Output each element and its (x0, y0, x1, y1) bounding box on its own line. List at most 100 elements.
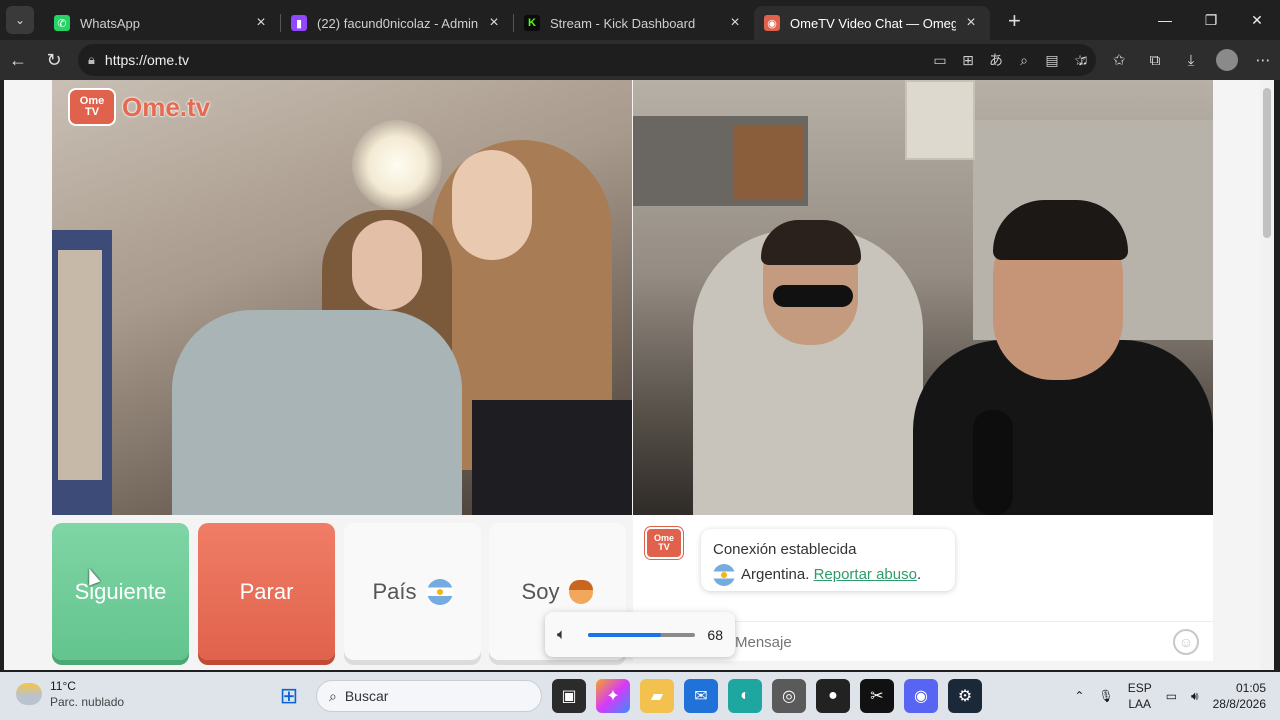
remote-video: Ome TV Ome.tv (52, 80, 632, 515)
country-button[interactable]: País (344, 523, 481, 660)
ometv-tv-icon: Ome TV (68, 88, 116, 126)
system-tray: ⌃ 🎙︎ ESP LAA ▭ 🔊︎ 01:05 28/8/2026 (1074, 678, 1266, 714)
emoji-picker-icon[interactable]: ☺ (1173, 629, 1199, 655)
partly-cloudy-icon (16, 683, 42, 705)
scrollbar-thumb[interactable] (1263, 88, 1271, 238)
input-language[interactable]: ESP LAA (1128, 680, 1152, 712)
camera-app-icon[interactable]: ◎ (772, 679, 806, 713)
weather-description: Parc. nublado (50, 695, 125, 709)
person-face (452, 150, 532, 260)
person-clothing (472, 400, 632, 515)
file-explorer-icon[interactable]: ▰ (640, 679, 674, 713)
camera-permission-icon[interactable]: ▭ (932, 52, 948, 69)
taskbar-search[interactable]: ⌕ Buscar (316, 680, 542, 712)
minimize-icon[interactable]: — (1142, 0, 1188, 40)
search-placeholder: Buscar (344, 688, 389, 704)
report-suffix: . (916, 566, 922, 583)
boy-emoji-icon (569, 579, 594, 604)
favorites-icon[interactable]: ✩ (1108, 51, 1130, 69)
close-tab-icon[interactable]: × (726, 14, 744, 32)
restore-icon[interactable]: ❐ (1188, 0, 1234, 40)
back-arrow-icon[interactable]: ← (0, 42, 36, 78)
kick-icon: K (524, 15, 540, 31)
lock-icon[interactable]: 🔒︎ (88, 52, 95, 68)
volume-flyout: 🔈︎ 68 (545, 612, 735, 657)
gender-button-label: Soy (521, 578, 560, 604)
ceiling-lamp (352, 120, 442, 210)
browser-tab-ometv[interactable]: ◉ OmeTV Video Chat — Omegl × (754, 6, 990, 40)
chevron-down-icon: ⌄ (14, 13, 26, 27)
weather-temperature: 11°C (50, 679, 76, 693)
url-text[interactable]: https://ome.tv (105, 52, 189, 68)
zoom-icon[interactable]: ⌕ (1016, 52, 1032, 69)
browser-tab-twitch[interactable]: ▮ (22) facund0nicolaz - Administrad × (281, 6, 513, 40)
network-icon[interactable]: ▭ (1166, 689, 1177, 703)
door-panel (58, 250, 102, 480)
whatsapp-icon: ✆ (54, 15, 70, 31)
browser-tab-whatsapp[interactable]: ✆ WhatsApp × (44, 6, 280, 40)
wall-poster (905, 80, 975, 160)
browser-toolbar: ← ↻ 🔒︎ https://ome.tv ▭ ⊞ あ ⌕ ▤ ☆ ♫ ✩ ⧉ … (0, 40, 1280, 80)
page-content: Ome TV Ome.tv Siguiente Parar País Soy O… (4, 80, 1260, 670)
window-controls: — ❐ ✕ (1142, 0, 1280, 40)
windows-taskbar: 11°C Parc. nublado ⊞ ⌕ Buscar ▣ ✦ ▰ ✉ ◐ … (0, 672, 1280, 720)
refresh-icon[interactable]: ↻ (36, 42, 72, 78)
close-window-icon[interactable]: ✕ (1234, 0, 1280, 40)
collections-icon[interactable]: ⧉ (1144, 52, 1166, 69)
reader-view-icon[interactable]: ▤ (1044, 52, 1060, 69)
discord-icon[interactable]: ◉ (904, 679, 938, 713)
volume-icon[interactable]: 🔊︎ (1191, 689, 1199, 704)
argentina-flag-icon (713, 564, 735, 587)
task-view-icon[interactable]: ▣ (552, 679, 586, 713)
show-hidden-icons-icon[interactable]: ⌃ (1074, 689, 1084, 703)
browser-tab-strip: ⌄ ✆ WhatsApp × ▮ (22) facund0nicolaz - A… (0, 0, 1280, 40)
copilot-icon[interactable]: ✦ (596, 679, 630, 713)
clock[interactable]: 01:05 28/8/2026 (1213, 680, 1266, 712)
ometv-logo[interactable]: Ome TV Ome.tv (68, 88, 210, 126)
local-video (633, 80, 1213, 515)
toolbar-right-actions: ♫ ✩ ⧉ ⤓ ⋯ (1072, 44, 1274, 76)
windows-start-icon[interactable]: ⊞ (272, 679, 306, 713)
clock-date: 28/8/2026 (1212, 697, 1266, 711)
new-tab-icon[interactable]: + (1008, 8, 1021, 34)
edge-browser-icon[interactable]: ◐ (728, 679, 762, 713)
tab-title: WhatsApp (80, 15, 140, 31)
stop-button-label: Parar (239, 578, 294, 604)
tab-actions-menu-button[interactable]: ⌄ (6, 6, 34, 34)
extensions-icon[interactable]: ♫ (1072, 52, 1094, 69)
microphone-icon[interactable]: 🎙︎ (1098, 689, 1113, 703)
connection-status-text: Conexión establecida (713, 541, 857, 558)
profile-avatar[interactable] (1216, 49, 1238, 71)
address-bar[interactable]: 🔒︎ https://ome.tv ▭ ⊞ あ ⌕ ▤ ☆ (78, 44, 1096, 76)
browser-tab-kick[interactable]: K Stream - Kick Dashboard × (514, 6, 754, 40)
person-hoodie (172, 310, 462, 515)
translate-icon[interactable]: あ (988, 50, 1004, 70)
apps-icon[interactable]: ⊞ (960, 52, 976, 69)
next-button[interactable]: Siguiente (52, 523, 189, 660)
close-tab-icon[interactable]: × (485, 14, 503, 32)
volume-slider[interactable] (588, 632, 696, 637)
kitchen-cabinet-door (733, 125, 803, 200)
steam-icon[interactable]: ⚙ (948, 679, 982, 713)
report-abuse-link[interactable]: Reportar abuso (814, 566, 917, 583)
weather-widget[interactable]: 11°C Parc. nublado (16, 678, 124, 710)
clock-time: 01:05 (1235, 681, 1266, 695)
outlook-icon[interactable]: ✉ (684, 679, 718, 713)
close-tab-icon[interactable]: × (962, 14, 980, 32)
ometv-tv-icon: Ome TV (645, 527, 683, 559)
downloads-icon[interactable]: ⤓ (1180, 52, 1202, 69)
close-tab-icon[interactable]: × (252, 14, 270, 32)
address-bar-actions: ▭ ⊞ あ ⌕ ▤ ☆ (932, 44, 1088, 76)
speaker-icon[interactable]: 🔈︎ (557, 626, 576, 643)
capcut-icon[interactable]: ✂ (860, 679, 894, 713)
stop-button[interactable]: Parar (198, 523, 335, 660)
more-options-icon[interactable]: ⋯ (1252, 51, 1274, 69)
volume-slider-fill (588, 632, 662, 637)
page-scrollbar[interactable] (1260, 80, 1274, 670)
tab-title: (22) facund0nicolaz - Administrad (317, 15, 479, 31)
microphone (973, 410, 1013, 515)
country-line: Argentina. Reportar abuso. (713, 562, 943, 587)
ometv-icon: ◉ (764, 15, 780, 31)
obs-icon[interactable]: ● (816, 679, 850, 713)
person-hair (761, 220, 861, 265)
